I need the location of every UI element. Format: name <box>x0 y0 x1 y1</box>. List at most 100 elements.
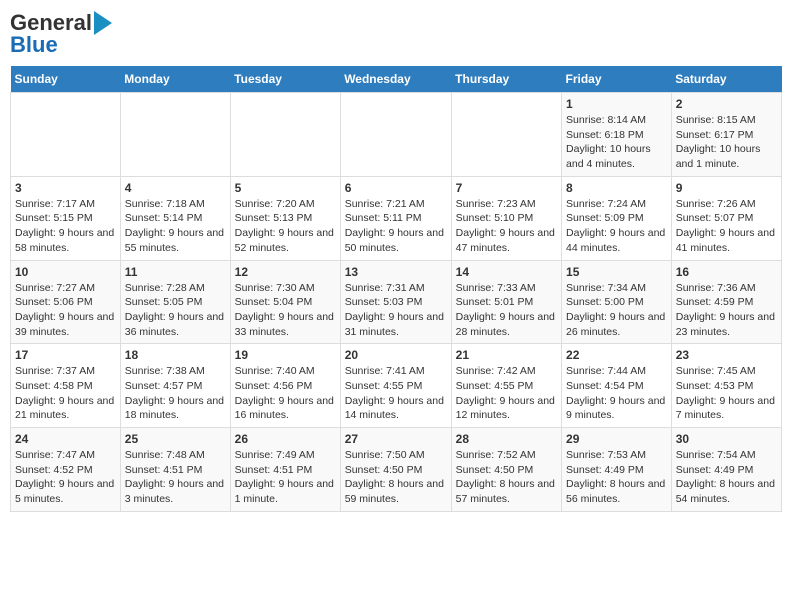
day-number: 10 <box>15 265 116 279</box>
calendar-cell: 29 Sunrise: 7:53 AM Sunset: 4:49 PM Dayli… <box>562 428 672 512</box>
calendar-cell: 10 Sunrise: 7:27 AM Sunset: 5:06 PM Dayli… <box>11 260 121 344</box>
calendar-cell: 9 Sunrise: 7:26 AM Sunset: 5:07 PM Daylig… <box>671 176 781 260</box>
day-info: Sunrise: 7:28 AM Sunset: 5:05 PM Dayligh… <box>125 281 226 340</box>
calendar-cell: 14 Sunrise: 7:33 AM Sunset: 5:01 PM Dayli… <box>451 260 561 344</box>
calendar-cell: 30 Sunrise: 7:54 AM Sunset: 4:49 PM Dayli… <box>671 428 781 512</box>
day-info: Sunrise: 7:21 AM Sunset: 5:11 PM Dayligh… <box>345 197 447 256</box>
calendar-week-row: 17Sunrise: 7:37 AM Sunset: 4:58 PM Dayli… <box>11 344 782 428</box>
logo-arrow-icon <box>94 11 112 35</box>
day-info: Sunrise: 7:54 AM Sunset: 4:49 PM Dayligh… <box>676 448 777 507</box>
day-info: Sunrise: 7:53 AM Sunset: 4:49 PM Dayligh… <box>566 448 667 507</box>
day-number: 20 <box>345 348 447 362</box>
day-info: Sunrise: 7:33 AM Sunset: 5:01 PM Dayligh… <box>456 281 557 340</box>
calendar-cell: 11 Sunrise: 7:28 AM Sunset: 5:05 PM Dayli… <box>120 260 230 344</box>
day-number: 18 <box>125 348 226 362</box>
day-number: 24 <box>15 432 116 446</box>
header: General Blue <box>10 10 782 58</box>
day-number: 14 <box>456 265 557 279</box>
calendar-table: SundayMondayTuesdayWednesdayThursdayFrid… <box>10 66 782 512</box>
day-info: Sunrise: 7:44 AM Sunset: 4:54 PM Dayligh… <box>566 364 667 423</box>
day-number: 11 <box>125 265 226 279</box>
calendar-week-row: 24 Sunrise: 7:47 AM Sunset: 4:52 PM Dayli… <box>11 428 782 512</box>
day-number: 15 <box>566 265 667 279</box>
day-info: Sunrise: 7:42 AM Sunset: 4:55 PM Dayligh… <box>456 364 557 423</box>
day-info: Sunrise: 7:36 AM Sunset: 4:59 PM Dayligh… <box>676 281 777 340</box>
calendar-cell: 24 Sunrise: 7:47 AM Sunset: 4:52 PM Dayli… <box>11 428 121 512</box>
calendar-cell: 4 Sunrise: 7:18 AM Sunset: 5:14 PM Daylig… <box>120 176 230 260</box>
day-info: Sunrise: 7:23 AM Sunset: 5:10 PM Dayligh… <box>456 197 557 256</box>
calendar-cell: 27 Sunrise: 7:50 AM Sunset: 4:50 PM Dayli… <box>340 428 451 512</box>
day-number: 4 <box>125 181 226 195</box>
day-number: 3 <box>15 181 116 195</box>
calendar-cell: 26Sunrise: 7:49 AM Sunset: 4:51 PM Dayli… <box>230 428 340 512</box>
calendar-cell: 25Sunrise: 7:48 AM Sunset: 4:51 PM Dayli… <box>120 428 230 512</box>
day-info: Sunrise: 7:34 AM Sunset: 5:00 PM Dayligh… <box>566 281 667 340</box>
day-number: 26 <box>235 432 336 446</box>
day-number: 8 <box>566 181 667 195</box>
day-number: 22 <box>566 348 667 362</box>
calendar-week-row: 10 Sunrise: 7:27 AM Sunset: 5:06 PM Dayli… <box>11 260 782 344</box>
day-number: 16 <box>676 265 777 279</box>
calendar-week-row: 1 Sunrise: 8:14 AM Sunset: 6:18 PM Daylig… <box>11 93 782 177</box>
day-info: Sunrise: 7:41 AM Sunset: 4:55 PM Dayligh… <box>345 364 447 423</box>
day-info: Sunrise: 7:18 AM Sunset: 5:14 PM Dayligh… <box>125 197 226 256</box>
calendar-week-row: 3 Sunrise: 7:17 AM Sunset: 5:15 PM Daylig… <box>11 176 782 260</box>
day-number: 1 <box>566 97 667 111</box>
day-info: Sunrise: 8:14 AM Sunset: 6:18 PM Dayligh… <box>566 113 667 172</box>
day-info: Sunrise: 7:30 AM Sunset: 5:04 PM Dayligh… <box>235 281 336 340</box>
calendar-cell: 6Sunrise: 7:21 AM Sunset: 5:11 PM Daylig… <box>340 176 451 260</box>
calendar-cell: 7 Sunrise: 7:23 AM Sunset: 5:10 PM Daylig… <box>451 176 561 260</box>
day-info: Sunrise: 7:52 AM Sunset: 4:50 PM Dayligh… <box>456 448 557 507</box>
day-number: 7 <box>456 181 557 195</box>
weekday-header-sunday: Sunday <box>11 66 121 93</box>
calendar-cell <box>451 93 561 177</box>
day-number: 13 <box>345 265 447 279</box>
calendar-cell: 13Sunrise: 7:31 AM Sunset: 5:03 PM Dayli… <box>340 260 451 344</box>
day-number: 23 <box>676 348 777 362</box>
calendar-cell: 21 Sunrise: 7:42 AM Sunset: 4:55 PM Dayli… <box>451 344 561 428</box>
day-info: Sunrise: 8:15 AM Sunset: 6:17 PM Dayligh… <box>676 113 777 172</box>
day-info: Sunrise: 7:17 AM Sunset: 5:15 PM Dayligh… <box>15 197 116 256</box>
calendar-cell: 23 Sunrise: 7:45 AM Sunset: 4:53 PM Dayli… <box>671 344 781 428</box>
calendar-cell: 3 Sunrise: 7:17 AM Sunset: 5:15 PM Daylig… <box>11 176 121 260</box>
day-info: Sunrise: 7:48 AM Sunset: 4:51 PM Dayligh… <box>125 448 226 507</box>
day-number: 9 <box>676 181 777 195</box>
calendar-cell: 28 Sunrise: 7:52 AM Sunset: 4:50 PM Dayli… <box>451 428 561 512</box>
calendar-cell: 8Sunrise: 7:24 AM Sunset: 5:09 PM Daylig… <box>562 176 672 260</box>
day-number: 12 <box>235 265 336 279</box>
day-info: Sunrise: 7:37 AM Sunset: 4:58 PM Dayligh… <box>15 364 116 423</box>
weekday-header-wednesday: Wednesday <box>340 66 451 93</box>
day-number: 21 <box>456 348 557 362</box>
day-info: Sunrise: 7:20 AM Sunset: 5:13 PM Dayligh… <box>235 197 336 256</box>
calendar-cell <box>340 93 451 177</box>
day-info: Sunrise: 7:50 AM Sunset: 4:50 PM Dayligh… <box>345 448 447 507</box>
weekday-header-tuesday: Tuesday <box>230 66 340 93</box>
day-info: Sunrise: 7:47 AM Sunset: 4:52 PM Dayligh… <box>15 448 116 507</box>
calendar-cell: 15 Sunrise: 7:34 AM Sunset: 5:00 PM Dayli… <box>562 260 672 344</box>
day-number: 29 <box>566 432 667 446</box>
calendar-cell: 22 Sunrise: 7:44 AM Sunset: 4:54 PM Dayli… <box>562 344 672 428</box>
logo: General Blue <box>10 10 112 58</box>
calendar-cell: 5 Sunrise: 7:20 AM Sunset: 5:13 PM Daylig… <box>230 176 340 260</box>
day-number: 5 <box>235 181 336 195</box>
day-number: 2 <box>676 97 777 111</box>
weekday-header-friday: Friday <box>562 66 672 93</box>
calendar-cell: 19Sunrise: 7:40 AM Sunset: 4:56 PM Dayli… <box>230 344 340 428</box>
logo-blue-text: Blue <box>10 32 58 58</box>
weekday-header-monday: Monday <box>120 66 230 93</box>
calendar-cell: 1 Sunrise: 8:14 AM Sunset: 6:18 PM Daylig… <box>562 93 672 177</box>
day-number: 27 <box>345 432 447 446</box>
day-number: 28 <box>456 432 557 446</box>
day-info: Sunrise: 7:27 AM Sunset: 5:06 PM Dayligh… <box>15 281 116 340</box>
day-number: 30 <box>676 432 777 446</box>
weekday-header-row: SundayMondayTuesdayWednesdayThursdayFrid… <box>11 66 782 93</box>
calendar-cell <box>230 93 340 177</box>
day-info: Sunrise: 7:26 AM Sunset: 5:07 PM Dayligh… <box>676 197 777 256</box>
day-info: Sunrise: 7:40 AM Sunset: 4:56 PM Dayligh… <box>235 364 336 423</box>
calendar-cell: 18Sunrise: 7:38 AM Sunset: 4:57 PM Dayli… <box>120 344 230 428</box>
weekday-header-saturday: Saturday <box>671 66 781 93</box>
calendar-cell <box>120 93 230 177</box>
day-info: Sunrise: 7:45 AM Sunset: 4:53 PM Dayligh… <box>676 364 777 423</box>
calendar-cell: 12 Sunrise: 7:30 AM Sunset: 5:04 PM Dayli… <box>230 260 340 344</box>
calendar-cell: 16 Sunrise: 7:36 AM Sunset: 4:59 PM Dayli… <box>671 260 781 344</box>
